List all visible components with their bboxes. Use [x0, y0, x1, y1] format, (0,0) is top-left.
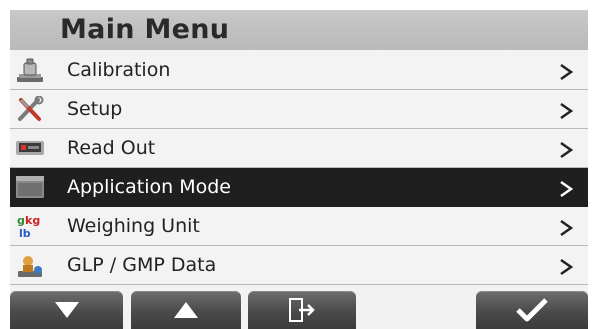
exit-button[interactable]	[248, 291, 356, 329]
title-bar: Main Menu	[10, 10, 588, 50]
unit-kg-text: kg	[25, 214, 40, 227]
menu-item-label: Weighing Unit	[67, 215, 200, 237]
unit-g-text: g	[17, 214, 25, 227]
chevron-right-icon	[560, 102, 574, 120]
glp-gmp-icon	[18, 256, 42, 277]
page-title: Main Menu	[60, 14, 230, 45]
menu-list: Calibration Setup Read Out Application M…	[10, 51, 588, 285]
chevron-right-icon	[560, 219, 574, 237]
chevron-right-icon	[560, 180, 574, 198]
menu-item-label: Setup	[67, 98, 123, 120]
calibration-weight-icon	[17, 58, 43, 82]
arrow-down-icon	[54, 302, 79, 318]
scroll-down-button[interactable]	[10, 291, 123, 329]
menu-item-weighing-unit[interactable]: g kg lb Weighing Unit	[10, 207, 588, 246]
chevron-right-icon	[560, 258, 574, 276]
menu-item-label: Calibration	[67, 59, 171, 81]
exit-icon	[289, 298, 315, 322]
menu-item-setup[interactable]: Setup	[10, 90, 588, 129]
bottom-toolbar	[10, 289, 588, 329]
chevron-right-icon	[560, 141, 574, 159]
menu-item-label: Read Out	[67, 137, 156, 159]
menu-item-label: Application Mode	[67, 176, 231, 198]
menu-item-read-out[interactable]: Read Out	[10, 129, 588, 168]
menu-item-calibration[interactable]: Calibration	[10, 51, 588, 90]
chevron-right-icon	[560, 63, 574, 81]
scroll-up-button[interactable]	[131, 291, 241, 329]
application-mode-icon	[16, 176, 44, 198]
main-menu-screen: Main Menu Calibration Setup Read Out App…	[10, 10, 588, 329]
display-icon	[16, 141, 44, 155]
menu-item-application-mode[interactable]: Application Mode	[10, 168, 588, 207]
menu-item-label: GLP / GMP Data	[67, 254, 217, 276]
arrow-up-icon	[174, 302, 198, 318]
confirm-button[interactable]	[476, 291, 588, 329]
checkmark-icon	[516, 298, 548, 322]
weighing-unit-icon: g kg lb	[17, 214, 40, 239]
tools-icon	[18, 96, 44, 121]
menu-item-glp-gmp-data[interactable]: GLP / GMP Data	[10, 246, 588, 285]
unit-lb-text: lb	[19, 227, 31, 239]
